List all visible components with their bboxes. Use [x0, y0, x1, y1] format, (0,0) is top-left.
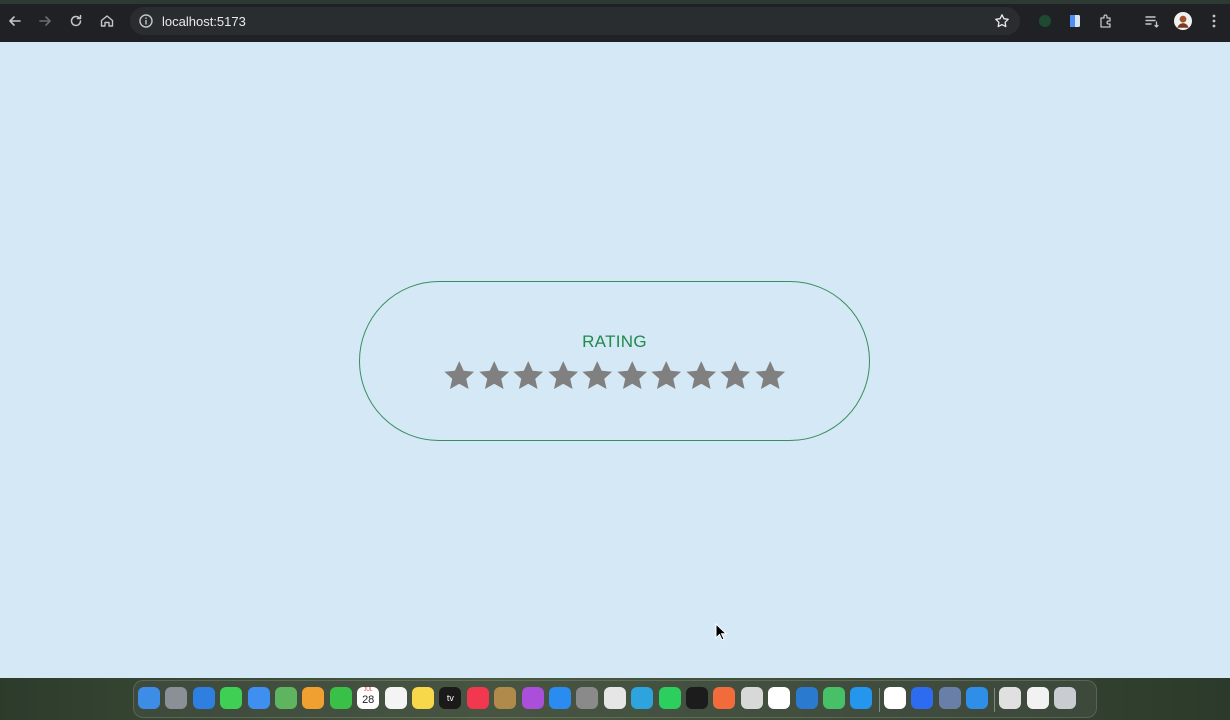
star-icon — [478, 361, 509, 390]
site-info-icon[interactable] — [138, 13, 154, 29]
calendar-month: JUL — [363, 687, 373, 693]
app-store-icon[interactable] — [549, 687, 571, 709]
profile-avatar[interactable] — [1174, 12, 1192, 30]
star-icon — [754, 361, 785, 390]
menu-kebab-icon[interactable] — [1205, 12, 1223, 30]
address-bar[interactable]: localhost:5173 — [130, 7, 1020, 35]
dock-separator — [994, 688, 996, 712]
podcasts-icon[interactable] — [521, 687, 544, 709]
mail-icon[interactable] — [247, 687, 270, 709]
tab-strip — [0, 0, 1230, 4]
notes-icon[interactable] — [412, 687, 434, 709]
extension-doc-icon[interactable] — [1066, 12, 1084, 30]
facetime-icon[interactable] — [329, 687, 352, 709]
tv-label: tv — [446, 693, 454, 703]
star-5[interactable] — [580, 358, 615, 394]
postman-icon[interactable] — [713, 687, 736, 709]
home-icon — [100, 15, 114, 27]
calendar-day: 28 — [362, 694, 375, 706]
reload-button[interactable] — [65, 10, 87, 32]
safari-icon[interactable] — [192, 687, 215, 709]
rating-title: RATING — [582, 332, 647, 351]
mouse-cursor-icon — [715, 623, 727, 641]
reload-icon — [70, 14, 82, 27]
files-icon[interactable] — [1026, 687, 1049, 709]
trash-icon[interactable] — [1054, 687, 1077, 709]
calendar-icon[interactable]: JUL 28 — [357, 687, 380, 709]
dock-separator — [878, 688, 880, 712]
star-rating[interactable] — [442, 358, 787, 394]
zoom-icon[interactable] — [911, 687, 934, 709]
star-1[interactable] — [442, 358, 477, 394]
photos-icon[interactable] — [302, 687, 325, 709]
star-icon — [513, 361, 544, 390]
page-viewport: RATING — [0, 42, 1230, 678]
tv-icon[interactable]: tv — [439, 687, 462, 709]
keynote-icon[interactable] — [966, 687, 988, 709]
finder-icon[interactable] — [138, 687, 160, 709]
bookmark-star-icon[interactable] — [994, 13, 1010, 29]
docker-icon[interactable] — [850, 687, 873, 709]
star-10[interactable] — [753, 358, 788, 394]
messages-icon[interactable] — [220, 687, 243, 709]
star-9[interactable] — [718, 358, 753, 394]
arrow-right-icon — [39, 16, 51, 26]
chrome-icon[interactable] — [603, 687, 626, 709]
music-icon[interactable] — [466, 687, 489, 709]
star-icon — [720, 361, 751, 390]
browser-toolbar: localhost:5173 — [0, 0, 1230, 42]
dock: JUL 28 tv — [133, 680, 1097, 718]
launchpad-icon[interactable] — [165, 687, 188, 709]
tasks-icon[interactable] — [883, 687, 906, 709]
maps-icon[interactable] — [275, 687, 297, 709]
star-6[interactable] — [615, 358, 650, 394]
star-icon — [444, 361, 475, 390]
star-4[interactable] — [546, 358, 581, 394]
system-settings-icon[interactable] — [576, 687, 599, 709]
star-icon — [616, 361, 647, 390]
extensions-puzzle-icon[interactable] — [1097, 12, 1115, 30]
star-icon — [685, 361, 716, 390]
star-icon — [651, 361, 682, 390]
whatsapp-icon[interactable] — [658, 687, 681, 709]
threads-icon[interactable] — [768, 687, 791, 709]
telegram-icon[interactable] — [631, 687, 654, 709]
archive-icon[interactable] — [999, 687, 1022, 709]
rating-card: RATING — [359, 281, 870, 441]
home-button[interactable] — [96, 10, 118, 32]
vscode-icon[interactable] — [795, 687, 818, 709]
star-3[interactable] — [511, 358, 546, 394]
thunder-icon[interactable] — [823, 687, 845, 709]
address-url: localhost:5173 — [162, 14, 246, 29]
roblox-icon[interactable] — [740, 687, 763, 709]
star-icon — [582, 361, 613, 390]
terminal-icon[interactable] — [686, 687, 708, 709]
forward-button[interactable] — [34, 10, 56, 32]
star-icon — [547, 361, 578, 390]
back-button[interactable] — [4, 10, 26, 32]
star-2[interactable] — [477, 358, 512, 394]
reading-list-icon[interactable] — [1143, 12, 1161, 30]
star-8[interactable] — [684, 358, 719, 394]
extension-green-icon[interactable] — [1036, 12, 1054, 30]
star-7[interactable] — [649, 358, 684, 394]
screen-icon[interactable] — [938, 687, 961, 709]
arrow-left-icon — [9, 16, 21, 26]
stickies-icon[interactable] — [494, 687, 517, 709]
reminders-icon[interactable] — [384, 687, 407, 709]
